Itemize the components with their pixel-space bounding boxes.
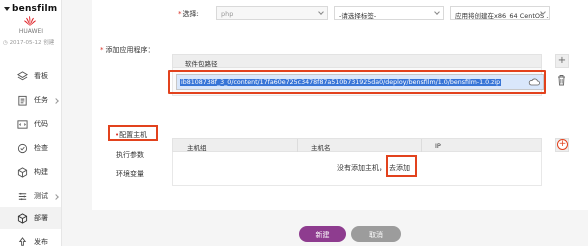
add-package-button[interactable]: +: [555, 54, 569, 68]
runtime-select-value: php: [221, 10, 234, 18]
build-icon: [17, 167, 28, 178]
tab-label: 配置主机: [119, 131, 148, 139]
chevron-down-icon: [318, 9, 324, 15]
required-marker: *: [178, 10, 182, 18]
sidebar-item-dashboard[interactable]: 看板: [0, 65, 61, 87]
column-ip: IP: [435, 142, 441, 150]
sidebar-item-build[interactable]: 构建: [0, 161, 61, 183]
package-path-input[interactable]: ib8108738f_3_0/content/17fa60e725c3478f8…: [176, 74, 544, 90]
sidebar-item-label: 任务: [34, 96, 48, 104]
sidebar-item-deploy[interactable]: 部署: [0, 207, 61, 229]
host-table-header: 主机组 主机名 IP: [172, 138, 542, 153]
tab-label: 执行参数: [116, 151, 144, 159]
code-icon: [17, 120, 28, 129]
column-host-name: 主机名: [311, 144, 331, 152]
sidebar-item-test[interactable]: 测试: [0, 185, 61, 207]
column-divider: [421, 139, 422, 153]
huawei-logo-icon: [24, 16, 36, 26]
sidebar-item-tasks[interactable]: 任务: [0, 89, 61, 111]
add-app-label: * 添加应用程序：: [100, 45, 155, 55]
sidebar-item-publish[interactable]: 发布: [0, 231, 61, 246]
sidebar-item-label: 发布: [34, 238, 48, 246]
created-date: ◷ 2017-05-12 创建: [3, 38, 61, 46]
column-host-group: 主机组: [187, 144, 207, 152]
add-circle-icon[interactable]: +: [557, 139, 568, 150]
sidebar-item-check[interactable]: 检查: [0, 137, 61, 159]
project-name: bensfilm: [12, 4, 58, 14]
task-icon: [18, 95, 27, 106]
dashboard-icon: [17, 71, 28, 81]
tab-execution-params[interactable]: 执行参数: [110, 147, 160, 161]
select-label: *选择:: [178, 9, 199, 19]
tab-configure-host[interactable]: •配置主机: [108, 126, 158, 140]
check-icon: [17, 143, 28, 154]
environment-select[interactable]: 应用将创建在x86_64 CentOS ...: [450, 6, 550, 20]
trash-icon[interactable]: [557, 74, 566, 86]
empty-hosts-text: 没有添加主机，: [337, 164, 386, 172]
chevron-right-icon: [53, 194, 59, 200]
add-host-link[interactable]: 去添加: [389, 163, 410, 173]
sidebar-item-label: 代码: [34, 120, 48, 128]
sidebar: bensfilm HUAWEI ◷ 2017-05-12 创建 看板 任务 代码…: [0, 0, 62, 246]
publish-icon: [18, 237, 27, 246]
caret-down-icon: [4, 6, 10, 11]
project-switcher[interactable]: bensfilm: [4, 4, 57, 14]
deploy-icon: [17, 213, 28, 224]
package-path-value: ib8108738f_3_0/content/17fa60e725c3478f8…: [180, 79, 502, 86]
create-button[interactable]: 新建: [299, 226, 346, 242]
required-marker: *: [100, 46, 104, 54]
cancel-button[interactable]: 取消: [351, 226, 401, 242]
created-text: 2017-05-12 创建: [9, 40, 55, 46]
runtime-select[interactable]: php: [216, 6, 328, 20]
chevron-right-icon: [53, 98, 59, 104]
tag-select[interactable]: -请选择标签-: [334, 6, 444, 20]
sidebar-item-label: 测试: [34, 192, 48, 200]
package-path-header: 软件包路径: [172, 54, 542, 68]
environment-select-value: 应用将创建在x86_64 CentOS ...: [455, 12, 550, 20]
add-app-label-text: 添加应用程序：: [105, 46, 155, 54]
tab-label: 环境变量: [116, 170, 144, 178]
sidebar-item-label: 构建: [34, 168, 48, 176]
tab-env-vars[interactable]: 环境变量: [110, 166, 160, 180]
tag-select-placeholder: -请选择标签-: [339, 12, 377, 20]
test-icon: [18, 192, 27, 201]
org-name: HUAWEI: [18, 28, 44, 35]
clock-icon: ◷: [3, 40, 8, 46]
select-label-text: 选择:: [182, 10, 199, 18]
chevron-down-icon: [434, 9, 440, 15]
sidebar-item-label: 看板: [34, 72, 48, 80]
column-divider: [297, 139, 298, 153]
sidebar-item-code[interactable]: 代码: [0, 113, 61, 135]
sidebar-item-label: 检查: [34, 144, 48, 152]
sidebar-item-label: 部署: [34, 214, 48, 222]
cloud-icon[interactable]: [528, 77, 540, 86]
plus-icon: +: [557, 55, 567, 66]
package-path-column: 软件包路径: [185, 60, 218, 68]
